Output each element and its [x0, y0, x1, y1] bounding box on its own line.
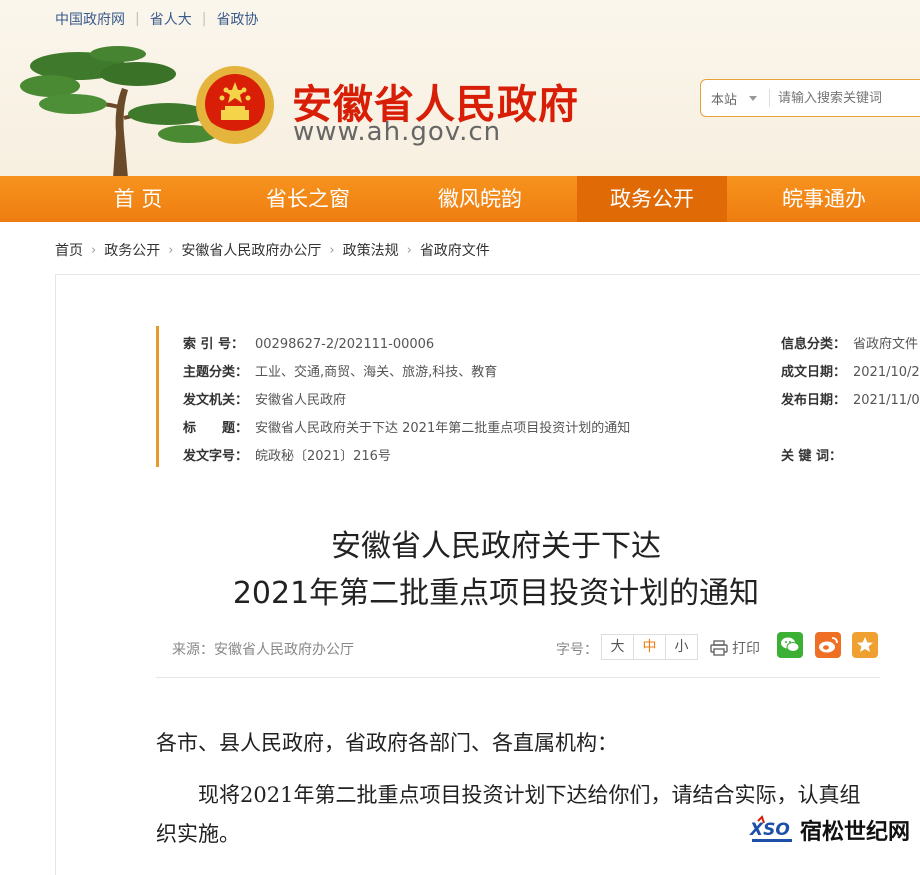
- article-body-line: 织实施。: [156, 822, 240, 846]
- article-title-line2: 2021年第二批重点项目投资计划的通知: [232, 576, 760, 611]
- top-links: 中国政府网 | 省人大 | 省政协: [55, 9, 258, 29]
- meta-category: 信息分类： 省政府文件: [781, 333, 918, 353]
- meta-label: 主题分类：: [183, 365, 249, 380]
- divider: [156, 677, 880, 678]
- meta-value: 安徽省人民政府关于下达 2021年第二批重点项目投资计划的通知: [255, 421, 631, 436]
- breadcrumb-item[interactable]: 安徽省人民政府办公厅: [181, 240, 321, 260]
- meta-published: 发布日期： 2021/11/0: [781, 389, 920, 409]
- meta-topic: 主题分类： 工业、交通,商贸、海关、旅游,科技、教育: [183, 361, 497, 381]
- meta-value: 工业、交通,商贸、海关、旅游,科技、教育: [255, 365, 498, 380]
- pine-tree-icon: [20, 46, 218, 176]
- font-size-group: 大 中 小: [601, 634, 698, 660]
- chevron-right-icon: ›: [91, 242, 97, 258]
- chevron-right-icon: ›: [329, 242, 335, 258]
- favorite-button[interactable]: [852, 632, 878, 658]
- breadcrumb-item[interactable]: 政策法规: [343, 240, 399, 260]
- meta-issuer: 发文机关： 安徽省人民政府: [183, 389, 346, 409]
- font-size-label: 字号：: [556, 642, 598, 658]
- meta-value: 2021/10/2: [853, 365, 920, 380]
- top-link-gov[interactable]: 中国政府网: [55, 9, 125, 29]
- favorite-star-icon: [857, 637, 873, 652]
- meta-label: 信息分类：: [781, 337, 847, 352]
- weibo-icon: [819, 637, 838, 653]
- chevron-down-icon: [749, 95, 758, 101]
- meta-docno: 发文字号： 皖政秘〔2021〕216号: [183, 445, 391, 465]
- weibo-share-button[interactable]: [815, 632, 841, 658]
- meta-label: 索 引 号：: [183, 337, 245, 352]
- chevron-right-icon: ›: [406, 242, 412, 258]
- nav-item-governor[interactable]: 省长之窗: [233, 176, 383, 222]
- article-title-line1: 安徽省人民政府关于下达: [331, 529, 661, 564]
- font-size-medium-button[interactable]: 中: [633, 634, 666, 660]
- meta-index: 索 引 号： 00298627-2/202111-00006: [183, 333, 434, 353]
- print-button[interactable]: 打印: [710, 638, 760, 658]
- meta-value: 安徽省人民政府: [255, 393, 347, 408]
- chevron-right-icon: ›: [168, 242, 174, 258]
- nav-item-government-affairs[interactable]: 政务公开: [577, 176, 727, 222]
- meta-label: 成文日期：: [781, 365, 847, 380]
- site-header: 中国政府网 | 省人大 | 省政协 安徽省人民政府 www.ah.gov.cn …: [0, 0, 920, 176]
- article-salutation: 各市、县人民政府，省政府各部门、各直属机构：: [156, 731, 618, 755]
- breadcrumb-item[interactable]: 政务公开: [104, 240, 160, 260]
- font-size-large-button[interactable]: 大: [601, 634, 634, 660]
- search-scope-label: 本站: [711, 92, 738, 108]
- wechat-share-button[interactable]: [777, 632, 803, 658]
- divider: [769, 89, 771, 107]
- top-link-cppcc[interactable]: 省政协: [216, 9, 258, 29]
- breadcrumb-item[interactable]: 省政府文件: [420, 240, 490, 260]
- meta-keywords: 关 键 词：: [781, 445, 853, 465]
- meta-label: 发文字号：: [183, 449, 249, 464]
- search-input[interactable]: [776, 89, 911, 107]
- separator: |: [201, 11, 207, 27]
- search-scope-select[interactable]: 本站: [701, 89, 765, 108]
- article-source: 来源：安徽省人民政府办公厅: [172, 642, 354, 658]
- meta-title: 标 题： 安徽省人民政府关于下达 2021年第二批重点项目投资计划的通知: [183, 417, 630, 437]
- meta-value: 皖政秘〔2021〕216号: [255, 449, 391, 464]
- article-body-line: 现将2021年第二批重点项目投资计划下达给你们，请结合实际，认真组: [198, 783, 861, 807]
- nav-item-services[interactable]: 皖事通办: [749, 176, 899, 222]
- watermark: XSO 宿松世纪网: [748, 814, 910, 846]
- top-link-npc[interactable]: 省人大: [150, 9, 192, 29]
- meta-value: 省政府文件: [853, 337, 919, 352]
- meta-label: 标 题：: [183, 421, 249, 436]
- meta-value: 2021/11/0: [853, 393, 920, 408]
- breadcrumb: 首页 › 政务公开 › 安徽省人民政府办公厅 › 政策法规 › 省政府文件: [55, 240, 490, 260]
- meta-value: 00298627-2/202111-00006: [255, 337, 435, 352]
- meta-label: 关 键 词：: [781, 449, 843, 464]
- print-label: 打印: [732, 641, 760, 657]
- breadcrumb-item[interactable]: 首页: [55, 240, 83, 260]
- main-nav: 首 页 省长之窗 徽风皖韵 政务公开 皖事通办: [0, 176, 920, 222]
- search-box: 本站: [700, 79, 920, 117]
- font-size-small-button[interactable]: 小: [665, 634, 698, 660]
- national-emblem-icon: [196, 66, 274, 144]
- print-icon: [710, 640, 728, 656]
- wechat-icon: [781, 637, 800, 652]
- site-url: www.ah.gov.cn: [293, 117, 502, 147]
- xso-logo-icon: XSO: [749, 815, 792, 842]
- meta-label: 发布日期：: [781, 393, 847, 408]
- meta-created: 成文日期： 2021/10/2: [781, 361, 920, 381]
- xso-logo-text: XSO: [749, 820, 790, 840]
- nav-item-culture[interactable]: 徽风皖韵: [405, 176, 555, 222]
- watermark-text: 宿松世纪网: [800, 820, 911, 845]
- nav-item-home[interactable]: 首 页: [63, 176, 213, 222]
- document-meta: 索 引 号： 00298627-2/202111-00006 主题分类： 工业、交通…: [156, 326, 920, 467]
- separator: |: [135, 11, 140, 27]
- article-toolbar: 来源：安徽省人民政府办公厅 字号： 大 中 小 打印: [156, 632, 880, 662]
- meta-label: 发文机关：: [183, 393, 249, 408]
